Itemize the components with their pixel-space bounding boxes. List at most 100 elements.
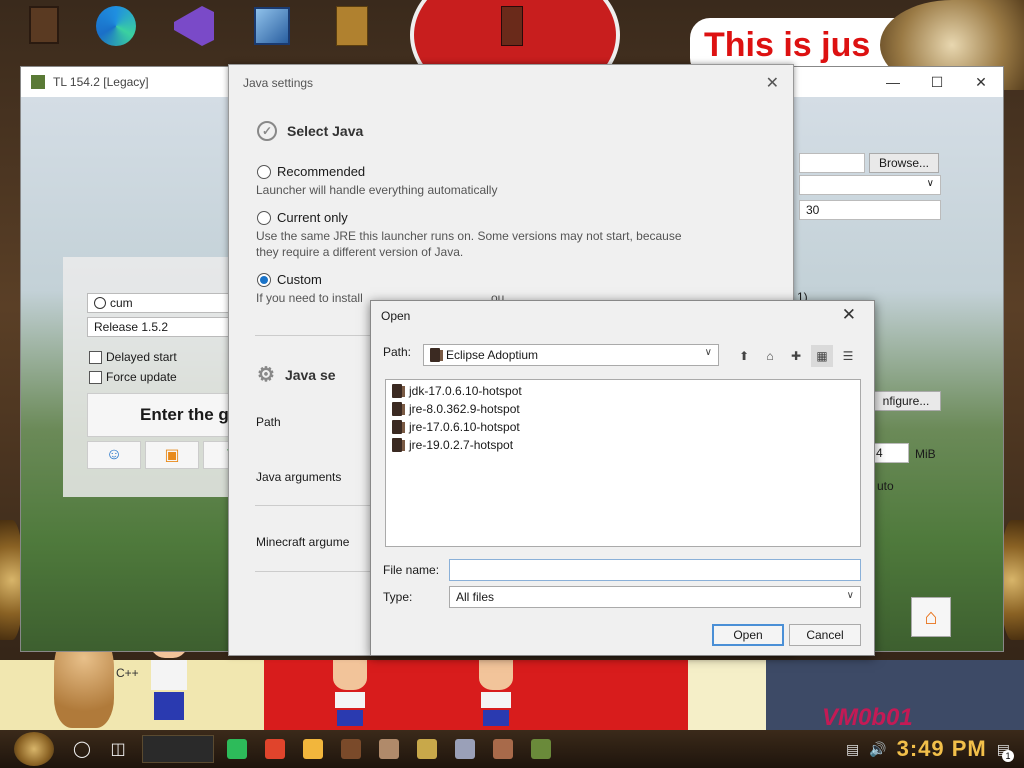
delayed-start-checkbox[interactable]: Delayed start <box>89 350 177 364</box>
current-only-desc: Use the same JRE this launcher runs on. … <box>256 229 682 259</box>
taskbar: ◯ ◫ ▤ 🔊 3:49 PM ▤ 1 <box>0 730 1024 768</box>
custom-desc: If you need to install <box>256 291 363 305</box>
folder-icon[interactable] <box>22 4 66 48</box>
list-item[interactable]: jre-8.0.362.9-hotspot <box>392 400 854 418</box>
configure-button[interactable]: nfigure... <box>871 391 941 411</box>
select-java-label: Select Java <box>287 123 364 139</box>
cortana-icon[interactable]: ◯ <box>64 734 100 764</box>
grid-view-icon[interactable]: ▦ <box>811 345 833 367</box>
minecraft-icon[interactable] <box>522 734 560 764</box>
auto-text: uto <box>877 479 894 493</box>
tl-path-field[interactable] <box>799 153 865 173</box>
force-update-checkbox[interactable]: Force update <box>89 370 177 384</box>
open-button[interactable]: Open <box>712 624 784 646</box>
app-icon-7[interactable] <box>446 734 484 764</box>
start-button[interactable] <box>14 732 54 766</box>
book-icon[interactable] <box>490 4 534 48</box>
network-icon[interactable]: ▤ <box>846 741 859 758</box>
app-icon-4-glyph <box>341 739 361 759</box>
chrome-icon[interactable] <box>256 734 294 764</box>
radio-recommended[interactable]: Recommended <box>257 164 365 179</box>
wallpaper-label: C++ <box>116 666 139 680</box>
app-icon-4[interactable] <box>332 734 370 764</box>
current-only-label: Current only <box>277 210 348 225</box>
recommended-desc: Launcher will handle everything automati… <box>256 183 498 197</box>
search-box[interactable] <box>142 735 214 763</box>
system-tray: ▤ 🔊 3:49 PM ▤ 1 <box>846 730 1024 768</box>
clock-time[interactable]: 3:49 PM <box>897 736 987 762</box>
number-value: 30 <box>806 203 820 217</box>
file-list[interactable]: jdk-17.0.6.10-hotspot jre-8.0.362.9-hots… <box>385 379 861 547</box>
close-icon[interactable]: ✕ <box>959 67 1003 97</box>
type-select[interactable]: All files ∨ <box>449 586 861 608</box>
file-name-input[interactable] <box>449 559 861 581</box>
notification-icon[interactable]: ▤ 1 <box>997 741 1014 762</box>
radio-button[interactable] <box>257 210 271 225</box>
cancel-button[interactable]: Cancel <box>789 624 861 646</box>
memory-field[interactable]: 4 <box>869 443 909 463</box>
folder-icon <box>430 348 443 362</box>
up-folder-icon[interactable]: ⬆ <box>733 345 755 367</box>
app-icon-8[interactable] <box>484 734 522 764</box>
virtualbox-icon[interactable] <box>250 4 294 48</box>
list-view-icon[interactable]: ☰ <box>837 345 859 367</box>
open-file-dialog: Open ✕ Path: Eclipse Adoptium ∨ ⬆ ⌂ ✚ ▦ … <box>370 300 875 656</box>
file-explorer-icon[interactable] <box>294 734 332 764</box>
close-icon[interactable]: ✕ <box>842 305 856 325</box>
radio-custom[interactable]: Custom <box>257 272 322 287</box>
cartoon-figure-3 <box>476 660 516 726</box>
java-settings-heading-label: Java se <box>284 366 336 383</box>
file-name: jre-17.0.6.10-hotspot <box>409 420 520 434</box>
folder-open-icon[interactable]: ▣ <box>145 441 199 469</box>
open-dialog-titlebar[interactable]: Open <box>371 301 874 331</box>
volume-icon[interactable]: 🔊 <box>869 741 886 758</box>
folder-icon <box>392 384 405 398</box>
maximize-icon[interactable]: ☐ <box>915 67 959 97</box>
version-value: Release 1.5.2 <box>94 320 169 334</box>
radio-button[interactable] <box>257 272 271 287</box>
home-icon[interactable]: ⌂ <box>911 597 951 637</box>
radio-current-only[interactable]: Current only <box>257 210 348 225</box>
list-item[interactable]: jdk-17.0.6.10-hotspot <box>392 382 854 400</box>
task-view-icon[interactable]: ◫ <box>100 734 136 764</box>
java-settings-titlebar[interactable]: Java settings <box>229 65 793 101</box>
app-icon-5-glyph <box>379 739 399 759</box>
new-folder-icon[interactable]: ✚ <box>785 345 807 367</box>
app-icon-8-glyph <box>493 739 513 759</box>
radio-button[interactable] <box>257 164 271 179</box>
file-explorer-icon-glyph <box>303 739 323 759</box>
vm-watermark: VM0b01 <box>822 704 913 731</box>
home-icon[interactable]: ⌂ <box>759 345 781 367</box>
list-item[interactable]: jre-17.0.6.10-hotspot <box>392 418 854 436</box>
notification-count: 1 <box>1002 749 1014 762</box>
path-select[interactable]: Eclipse Adoptium ∨ <box>423 344 719 366</box>
java-settings-heading: ⚙ Java se <box>257 362 336 387</box>
app-icon-6-glyph <box>417 739 437 759</box>
chat-icon[interactable]: ☺ <box>87 441 141 469</box>
visual-studio-icon[interactable] <box>172 4 216 48</box>
notes-app-icon[interactable] <box>218 734 256 764</box>
file-name: jdk-17.0.6.10-hotspot <box>409 384 522 398</box>
taskbar-apps <box>218 734 560 764</box>
list-item[interactable]: jre-19.0.2.7-hotspot <box>392 436 854 454</box>
checkbox-box[interactable] <box>89 350 102 364</box>
checkbox-box[interactable] <box>89 370 102 384</box>
app-icon-6[interactable] <box>408 734 446 764</box>
minimize-icon[interactable]: — <box>871 67 915 97</box>
browse-button[interactable]: Browse... <box>869 153 939 173</box>
app-icon-7-glyph <box>455 739 475 759</box>
select-java-heading: ✓ Select Java <box>257 121 363 141</box>
chevron-down-icon: ∨ <box>846 590 854 601</box>
java-settings-title: Java settings <box>243 76 314 90</box>
path-label: Path: <box>383 345 412 359</box>
chevron-down-icon: ∨ <box>926 178 934 189</box>
type-label: Type: <box>383 590 413 604</box>
cartoon-figure-2 <box>330 660 370 726</box>
close-icon[interactable]: ✕ <box>766 73 779 93</box>
tl-select[interactable]: ∨ <box>799 175 941 195</box>
edge-icon[interactable] <box>94 4 138 48</box>
app-icon-5[interactable] <box>370 734 408 764</box>
document-icon[interactable] <box>330 4 374 48</box>
tl-number-field[interactable]: 30 <box>799 200 941 220</box>
minecraft-icon-glyph <box>531 739 551 759</box>
